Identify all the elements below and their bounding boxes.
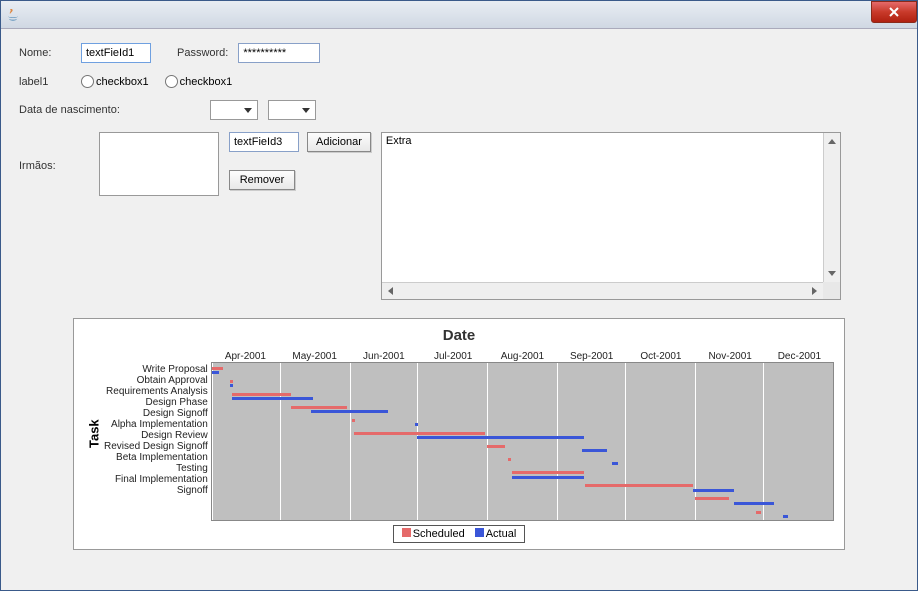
password-input[interactable] [238, 43, 320, 63]
bar-actual [415, 423, 418, 426]
y-tick-label: Final Implementation [104, 474, 211, 485]
dob-combo-1[interactable] [210, 100, 258, 120]
adicionar-button[interactable]: Adicionar [307, 132, 371, 152]
dob-label: Data de nascimento: [19, 104, 120, 116]
bar-scheduled [695, 497, 729, 500]
bar-actual [612, 462, 619, 465]
close-button[interactable] [871, 1, 917, 23]
checkbox1-radio[interactable] [81, 75, 94, 88]
plot-area [211, 362, 834, 521]
bar-scheduled [512, 471, 584, 474]
bar-scheduled [487, 445, 505, 448]
irmaos-label: Irmãos: [19, 160, 71, 172]
textfield3-input[interactable] [229, 132, 299, 152]
x-tick-label: Aug-2001 [488, 351, 557, 362]
y-tick-label: Signoff [104, 485, 211, 496]
scrollbar-horizontal[interactable] [382, 282, 840, 299]
bar-scheduled [230, 380, 233, 383]
bar-scheduled [354, 432, 485, 435]
bar-actual [311, 410, 388, 413]
application-window: Nome: Password: label1 checkbox1 checkbo… [0, 0, 918, 591]
extra-textarea[interactable]: Extra [381, 132, 841, 300]
bar-actual [230, 384, 233, 387]
checkbox2-label: checkbox1 [180, 76, 233, 88]
y-tick-label: Design Review [104, 430, 211, 441]
checkbox2-radio[interactable] [165, 75, 178, 88]
scroll-left-icon[interactable] [382, 283, 399, 299]
y-axis-label: Task [84, 346, 104, 521]
chevron-down-icon [244, 108, 252, 113]
bar-actual [212, 371, 219, 374]
scroll-right-icon[interactable] [806, 283, 823, 299]
bar-scheduled [756, 511, 761, 514]
legend-swatch-actual [475, 528, 484, 537]
bar-scheduled [212, 367, 223, 370]
x-tick-label: Jun-2001 [349, 351, 418, 362]
y-tick-label: Requirements Analysis [104, 386, 211, 397]
y-axis-ticks: Write ProposalObtain ApprovalRequirement… [104, 346, 211, 521]
bar-actual [512, 476, 584, 479]
legend-swatch-scheduled [402, 528, 411, 537]
x-tick-label: Oct-2001 [626, 351, 695, 362]
bar-actual [232, 397, 313, 400]
bar-actual [582, 449, 607, 452]
extra-text: Extra [382, 133, 840, 149]
y-tick-label: Design Signoff [104, 408, 211, 419]
password-label: Password: [177, 47, 228, 59]
x-tick-label: Jul-2001 [419, 351, 488, 362]
bar-actual [783, 515, 788, 518]
titlebar[interactable] [1, 1, 917, 29]
y-tick-label: Testing [104, 463, 211, 474]
x-tick-label: Apr-2001 [211, 351, 280, 362]
bar-scheduled [291, 406, 347, 409]
gantt-chart: Date Task Write ProposalObtain ApprovalR… [73, 318, 845, 550]
bar-actual [417, 436, 584, 439]
y-tick-label: Obtain Approval [104, 375, 211, 386]
scroll-corner [823, 282, 840, 299]
chevron-down-icon [302, 108, 310, 113]
java-icon [5, 7, 21, 23]
y-tick-label: Write Proposal [104, 364, 211, 375]
y-tick-label: Beta Implementation [104, 452, 211, 463]
bar-scheduled [352, 419, 355, 422]
bar-scheduled [232, 393, 291, 396]
legend-scheduled: Scheduled [413, 528, 465, 540]
chart-legend: Scheduled Actual [84, 525, 834, 543]
scroll-up-icon[interactable] [824, 133, 840, 150]
nome-label: Nome: [19, 47, 71, 59]
y-tick-label: Design Phase [104, 397, 211, 408]
bar-actual [734, 502, 775, 505]
y-tick-label: Alpha Implementation [104, 419, 211, 430]
chart-title: Date [84, 327, 834, 344]
x-tick-label: Nov-2001 [696, 351, 765, 362]
dob-combo-2[interactable] [268, 100, 316, 120]
nome-input[interactable] [81, 43, 151, 63]
irmaos-listbox[interactable] [99, 132, 219, 196]
legend-actual: Actual [486, 528, 517, 540]
y-tick-label: Revised Design Signoff [104, 441, 211, 452]
x-tick-label: Sep-2001 [557, 351, 626, 362]
scroll-down-icon[interactable] [824, 265, 840, 282]
bar-scheduled [508, 458, 511, 461]
remover-button[interactable]: Remover [229, 170, 295, 190]
label1: label1 [19, 76, 71, 88]
form-panel: Nome: Password: label1 checkbox1 checkbo… [1, 29, 917, 314]
x-axis-ticks: Apr-2001May-2001Jun-2001Jul-2001Aug-2001… [211, 346, 834, 362]
checkbox1-label: checkbox1 [96, 76, 149, 88]
bar-scheduled [585, 484, 693, 487]
x-tick-label: May-2001 [280, 351, 349, 362]
bar-actual [693, 489, 734, 492]
scrollbar-vertical[interactable] [823, 133, 840, 282]
x-tick-label: Dec-2001 [765, 351, 834, 362]
